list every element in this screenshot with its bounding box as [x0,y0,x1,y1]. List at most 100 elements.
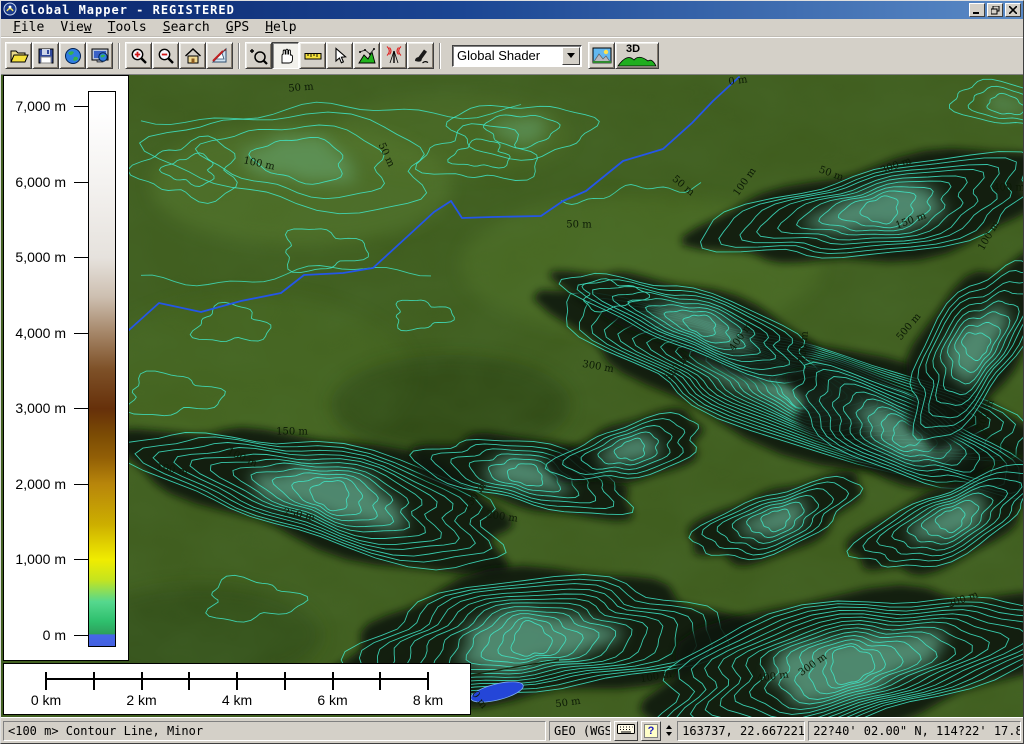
keyboard-button[interactable] [614,721,638,741]
menu-file[interactable]: File [5,19,52,36]
shader-select[interactable]: Global Shader [452,45,582,67]
legend-tick [74,559,88,560]
toolbar-separator [439,43,441,69]
legend-tick-label: 3,000 m [1,400,66,416]
scale-bar: 0 km 2 km 4 km 6 km 8 km [3,663,471,715]
map-viewport[interactable] [1,75,1023,717]
pan-tool-button[interactable] [272,42,299,69]
toolbar-separator [238,43,240,69]
world-layers-button[interactable] [59,42,86,69]
zoom-tool-icon [249,46,269,66]
scale-bar-tick [284,672,286,690]
show-images-button[interactable] [588,42,615,69]
menu-tools[interactable]: Tools [100,19,155,36]
scale-bar-tick [427,672,429,690]
scale-bar-tick [332,672,334,690]
scale-bar-tick [93,672,95,690]
scale-bar-tick [236,672,238,690]
legend-tick [74,408,88,409]
legend-tick [74,182,88,183]
legend-tick [74,257,88,258]
legend-tick [74,484,88,485]
menu-view[interactable]: View [52,19,99,36]
measure-triangle-button[interactable] [206,42,233,69]
menu-bar: File View Tools Search GPS Help [1,19,1023,37]
path-profile-button[interactable] [353,42,380,69]
spinner-up-icon[interactable] [666,725,672,729]
open-file-button[interactable] [5,42,32,69]
status-bar: <100 m> Contour Line, Minor GEO (WGS84 ?… [1,717,1023,743]
legend-tick-label: 7,000 m [1,98,66,114]
map-area: 0 m50 m100 m50 m50 m50 m100 m50 m300 m40… [1,75,1023,717]
scale-bar-label: 4 km [222,692,252,708]
help-icon: ? [644,724,658,738]
position-format-spinner[interactable] [664,721,674,741]
status-cursor-xy: 163737, 22.66722137 ) [677,721,805,741]
shader-select-value: Global Shader [453,48,562,63]
window-title: Global Mapper - REGISTERED [21,3,969,17]
scale-bar-tick [188,672,190,690]
scale-bar-label: 6 km [317,692,347,708]
status-feature-info: <100 m> Contour Line, Minor [3,721,546,741]
full-view-button[interactable] [179,42,206,69]
gps-icon [384,46,404,66]
menu-gps[interactable]: GPS [218,19,257,36]
title-bar: Global Mapper - REGISTERED [1,1,1023,19]
scale-bar-label: 0 km [31,692,61,708]
pointer-icon [330,46,350,66]
legend-tick-label: 6,000 m [1,174,66,190]
status-projection: GEO (WGS84 [549,721,611,741]
zoom-in-icon [129,46,149,66]
save-button[interactable] [32,42,59,69]
legend-tick-label: 5,000 m [1,249,66,265]
elevation-legend: 7,000 m 6,000 m 5,000 m 4,000 m 3,000 m 2,000… [3,75,129,661]
legend-tick [74,635,88,636]
pan-hand-icon [276,46,296,66]
world-icon [63,46,83,66]
digitizer-pen-icon [411,46,431,66]
scale-bar-tick [45,672,47,690]
scale-bar-label: 8 km [413,692,443,708]
zoom-tool-button[interactable] [245,42,272,69]
digitizer-button[interactable] [407,42,434,69]
status-cursor-latlon: 22?40' 02.00" N, 114?22' 17.89" E [808,721,1021,741]
menu-help[interactable]: Help [257,19,304,36]
legend-tick-label: 2,000 m [1,476,66,492]
path-profile-icon [357,46,377,66]
feature-info-button[interactable] [326,42,353,69]
close-icon[interactable] [1005,3,1021,17]
legend-tick [74,333,88,334]
toolbar-separator [118,43,120,69]
measure-triangle-icon [210,46,230,66]
app-window: Global Mapper - REGISTERED File View Too… [0,0,1024,744]
gps-tracking-button[interactable] [380,42,407,69]
legend-tick-label: 4,000 m [1,325,66,341]
scale-bar-label: 2 km [126,692,156,708]
measure-tool-button[interactable] [299,42,326,69]
overlay-control-center-icon [90,46,110,66]
zoom-out-button[interactable] [152,42,179,69]
toolbar: Global Shader 3D [1,37,1023,75]
legend-tick-label: 0 m [1,627,66,643]
legend-tick-label: 1,000 m [1,551,66,567]
chevron-down-icon[interactable] [562,47,580,65]
zoom-out-icon [156,46,176,66]
elevation-gradient-bar [88,91,116,647]
minimize-button[interactable] [969,3,985,17]
save-icon [36,46,56,66]
restore-button[interactable] [987,3,1003,17]
ruler-icon [303,46,323,66]
help-button[interactable]: ? [641,721,661,741]
legend-tick [74,106,88,107]
image-swatch-icon [591,45,613,67]
spinner-down-icon[interactable] [666,732,672,736]
keyboard-icon [617,723,635,738]
open-file-icon [9,46,29,66]
zoom-in-button[interactable] [125,42,152,69]
overlay-control-center-button[interactable] [86,42,113,69]
full-view-icon [183,46,203,66]
app-icon [3,1,17,20]
scale-bar-tick [141,672,143,690]
menu-search[interactable]: Search [155,19,218,36]
3d-view-button[interactable]: 3D [615,42,659,69]
